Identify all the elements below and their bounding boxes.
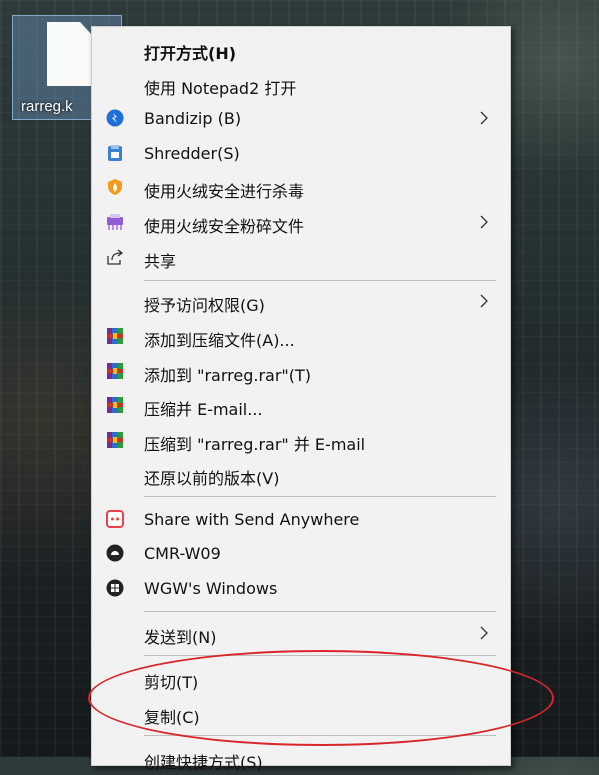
menu-item-label: 共享: [144, 252, 177, 271]
desktop-file-label: rarreg.k: [21, 98, 73, 115]
menu-item-open-notepad2[interactable]: 使用 Notepad2 打开: [92, 67, 510, 101]
menu-item-create-shortcut[interactable]: 创建快捷方式(S): [92, 741, 510, 775]
menu-item-label: 还原以前的版本(V): [144, 469, 280, 488]
menu-item-wgw-windows[interactable]: WGW's Windows: [92, 571, 510, 605]
menu-item-grant-access[interactable]: 授予访问权限(G): [92, 284, 510, 318]
file-icon: [47, 22, 93, 86]
menu-item-restore-versions[interactable]: 还原以前的版本(V): [92, 457, 510, 491]
menu-item-share[interactable]: 共享: [92, 240, 510, 274]
menu-item-label: 复制(C): [144, 708, 200, 727]
menu-item-label: 发送到(N): [144, 628, 217, 647]
huorong-shred-icon: [107, 214, 123, 230]
menu-item-label: 剪切(T): [144, 673, 199, 692]
chevron-right-icon: [480, 215, 488, 229]
menu-separator: [144, 611, 496, 612]
send-anywhere-icon: [106, 510, 124, 528]
menu-item-send-anywhere[interactable]: Share with Send Anywhere: [92, 502, 510, 536]
chevron-right-icon: [480, 294, 488, 308]
menu-item-compress-rarreg-email[interactable]: 压缩到 "rarreg.rar" 并 E-mail: [92, 423, 510, 457]
menu-separator: [144, 735, 496, 736]
chevron-right-icon: [480, 111, 488, 125]
menu-item-label: Bandizip (B): [144, 109, 242, 128]
menu-item-add-to-rarreg[interactable]: 添加到 "rarreg.rar"(T): [92, 354, 510, 388]
menu-item-copy[interactable]: 复制(C): [92, 696, 510, 730]
chevron-right-icon: [480, 626, 488, 640]
menu-separator: [144, 655, 496, 656]
menu-item-label: 授予访问权限(G): [144, 296, 265, 315]
menu-separator: [144, 280, 496, 281]
shredder-icon: [108, 145, 122, 161]
menu-item-shredder[interactable]: Shredder(S): [92, 136, 510, 170]
menu-item-label: Share with Send Anywhere: [144, 510, 360, 529]
menu-item-huorong-scan[interactable]: 使用火绒安全进行杀毒: [92, 170, 510, 204]
menu-item-cmr-w09[interactable]: CMR-W09: [92, 536, 510, 570]
menu-item-label: 创建快捷方式(S): [144, 753, 263, 772]
menu-item-label: WGW's Windows: [144, 579, 278, 598]
menu-item-label: 打开方式(H): [144, 44, 237, 63]
winrar-icon: [107, 363, 123, 379]
menu-item-send-to[interactable]: 发送到(N): [92, 616, 510, 650]
menu-item-label: 压缩到 "rarreg.rar" 并 E-mail: [144, 435, 366, 454]
menu-item-label: 添加到 "rarreg.rar"(T): [144, 366, 312, 385]
menu-item-label: Shredder(S): [144, 144, 240, 163]
menu-item-label: 添加到压缩文件(A)...: [144, 331, 295, 350]
winrar-icon: [107, 328, 123, 344]
menu-item-open-with[interactable]: 打开方式(H): [92, 32, 510, 66]
menu-item-label: 压缩并 E-mail...: [144, 400, 263, 419]
winrar-icon: [107, 397, 123, 413]
context-menu: 打开方式(H) 使用 Notepad2 打开 Bandizip (B) Shre…: [91, 26, 511, 772]
share-icon: [107, 249, 124, 265]
menu-item-huorong-shred[interactable]: 使用火绒安全粉碎文件: [92, 205, 510, 239]
huorong-icon: [108, 179, 122, 195]
bandizip-icon: [106, 109, 124, 127]
android-icon: [106, 544, 124, 562]
menu-separator: [144, 496, 496, 497]
menu-item-bandizip[interactable]: Bandizip (B): [92, 101, 510, 135]
menu-item-label: 使用 Notepad2 打开: [144, 79, 297, 98]
menu-item-label: 使用火绒安全粉碎文件: [144, 217, 305, 236]
windows-icon: [106, 579, 124, 597]
menu-item-label: 使用火绒安全进行杀毒: [144, 182, 305, 201]
menu-item-add-to-archive[interactable]: 添加到压缩文件(A)...: [92, 319, 510, 353]
menu-item-cut[interactable]: 剪切(T): [92, 661, 510, 695]
menu-item-compress-email[interactable]: 压缩并 E-mail...: [92, 388, 510, 422]
menu-item-label: CMR-W09: [144, 544, 221, 563]
winrar-icon: [107, 432, 123, 448]
